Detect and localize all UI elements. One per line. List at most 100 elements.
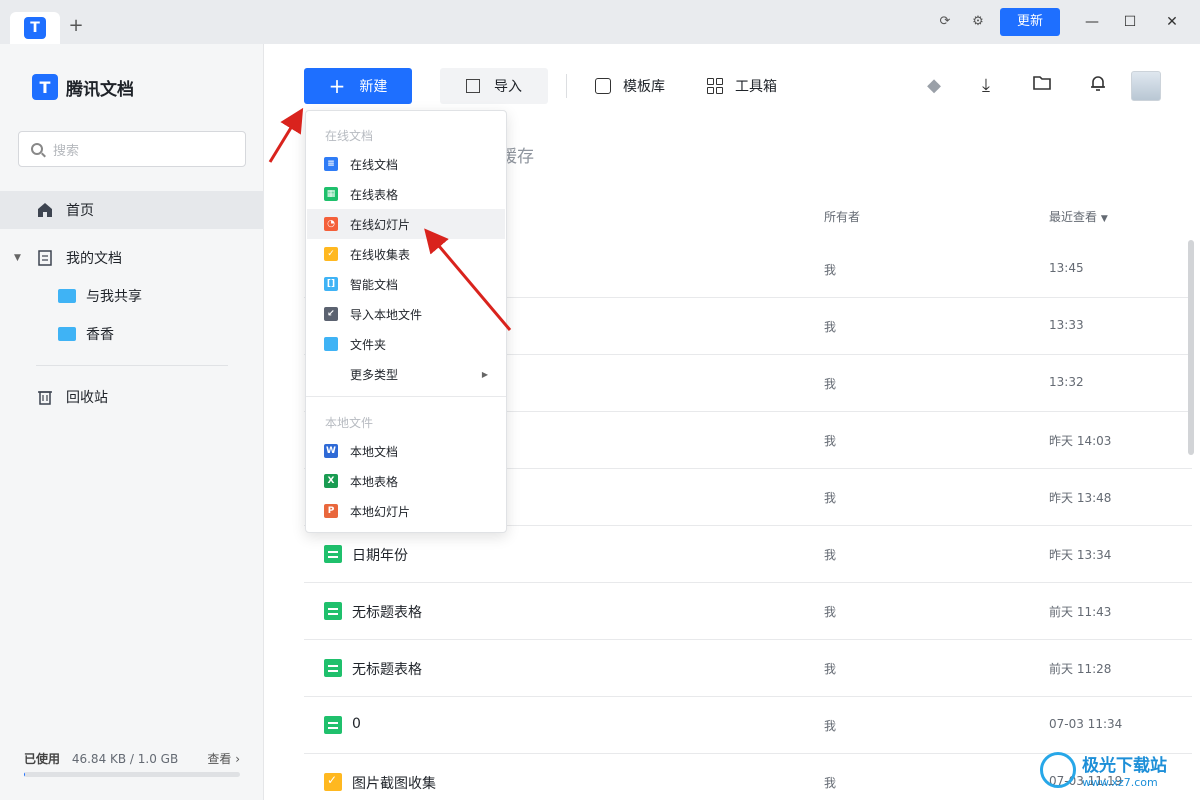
template-icon xyxy=(595,78,611,94)
row-name: 日期年份 xyxy=(352,548,408,564)
bell-icon[interactable] xyxy=(1086,74,1110,98)
menu-item-label: 智能文档 xyxy=(350,277,399,292)
menu-item-icon: ≡ xyxy=(324,157,338,171)
sidebar-item-label: 香香 xyxy=(86,327,114,343)
table-row[interactable]: 日期年份 我 昨天 13:34 xyxy=(304,526,1192,583)
row-time: 13:45 xyxy=(1049,261,1084,275)
import-icon xyxy=(466,79,480,93)
storage-used-label: 已使用 xyxy=(24,752,61,766)
menu-item-icon: ◔ xyxy=(324,217,338,231)
download-icon[interactable]: ⤓ xyxy=(974,74,998,98)
row-owner: 我 xyxy=(824,776,837,790)
brand[interactable]: T 腾讯文档 xyxy=(32,74,134,100)
column-recent[interactable]: 最近查看 ▼ xyxy=(1049,208,1108,225)
close-icon[interactable]: ✕ xyxy=(1160,10,1184,34)
chevron-down-icon[interactable]: ▼ xyxy=(14,253,21,263)
menu-item[interactable]: ▦ 在线表格 xyxy=(307,179,505,209)
row-owner: 我 xyxy=(824,605,837,619)
template-library-button[interactable]: 模板库 xyxy=(595,76,665,96)
row-time: 昨天 13:34 xyxy=(1049,548,1112,562)
sort-down-icon: ▼ xyxy=(1100,214,1108,224)
sidebar-item-trash[interactable]: 回收站 xyxy=(0,378,264,416)
refresh-icon[interactable]: ⟳ xyxy=(935,12,955,32)
diamond-icon[interactable]: ◆ xyxy=(922,74,946,98)
row-name: 无标题表格 xyxy=(352,662,422,678)
menu-item-icon xyxy=(324,367,338,381)
sidebar-item-folder[interactable]: 香香 xyxy=(0,315,264,353)
watermark: 极光下载站 www.xz7.com xyxy=(1040,748,1192,792)
storage-view-link[interactable]: 查看 › xyxy=(207,750,240,767)
menu-item-icon: X xyxy=(324,474,338,488)
menu-item-icon: W xyxy=(324,444,338,458)
form-icon xyxy=(324,773,342,791)
menu-item[interactable]: W 本地文档 xyxy=(307,436,505,466)
menu-item-label: 在线幻灯片 xyxy=(350,217,411,232)
column-owner: 所有者 xyxy=(824,210,861,224)
menu-item[interactable]: 文件夹 xyxy=(307,329,505,359)
sidebar-item-shared[interactable]: 与我共享 xyxy=(0,277,264,315)
section-local-files: 本地文件 xyxy=(325,416,374,430)
toolbox-label: 工具箱 xyxy=(735,79,777,95)
row-owner: 我 xyxy=(824,434,837,448)
import-button-label: 导入 xyxy=(494,79,522,95)
table-row[interactable]: 无标题表格 我 前天 11:43 xyxy=(304,583,1192,640)
row-name: 0 xyxy=(352,716,361,732)
add-tab-button[interactable]: + xyxy=(66,14,86,38)
maximize-icon[interactable]: ☐ xyxy=(1118,10,1142,34)
menu-item[interactable]: [] 智能文档 xyxy=(307,269,505,299)
menu-divider xyxy=(306,396,506,397)
divider xyxy=(36,365,228,366)
sidebar-item-home[interactable]: 首页 xyxy=(0,191,264,229)
settings-icon[interactable]: ⚙ xyxy=(968,12,988,32)
row-owner: 我 xyxy=(824,263,837,277)
menu-item-icon: P xyxy=(324,504,338,518)
menu-item[interactable]: P 本地幻灯片 xyxy=(307,496,505,526)
table-row[interactable]: 无标题表格 我 前天 11:28 xyxy=(304,640,1192,697)
sheet-icon xyxy=(324,716,342,734)
menu-item[interactable]: ✓ 在线收集表 xyxy=(307,239,505,269)
sidebar-item-label: 与我共享 xyxy=(86,289,142,305)
scrollbar[interactable] xyxy=(1188,240,1194,455)
minimize-icon[interactable]: — xyxy=(1080,10,1104,34)
menu-item[interactable]: ↙ 导入本地文件 xyxy=(307,299,505,329)
storage-bar-fill xyxy=(24,772,26,777)
menu-item[interactable]: X 本地表格 xyxy=(307,466,505,496)
toolbox-button[interactable]: 工具箱 xyxy=(707,76,777,96)
row-time: 前天 11:28 xyxy=(1049,662,1112,676)
search-input[interactable]: 搜索 xyxy=(18,131,246,167)
table-row[interactable]: 0 我 07-03 11:34 xyxy=(304,697,1192,754)
new-button[interactable]: + 新建 xyxy=(304,68,412,104)
row-name: 无标题表格 xyxy=(352,605,422,621)
sidebar-item-label: 回收站 xyxy=(66,390,108,406)
chevron-right-icon: ▶ xyxy=(481,369,488,379)
folder-icon xyxy=(58,327,76,341)
avatar[interactable] xyxy=(1131,71,1161,101)
watermark-logo-icon xyxy=(1040,752,1076,788)
menu-item[interactable]: 更多类型 ▶ xyxy=(307,359,505,389)
grid-icon xyxy=(707,78,723,94)
menu-item-label: 在线收集表 xyxy=(350,247,411,262)
menu-item[interactable]: ◔ 在线幻灯片 xyxy=(307,209,505,239)
sheet-icon xyxy=(324,602,342,620)
sidebar-item-label: 我的文档 xyxy=(66,251,122,267)
app-tab[interactable]: T xyxy=(10,12,60,44)
update-button[interactable]: 更新 xyxy=(1000,8,1060,36)
row-time: 13:33 xyxy=(1049,318,1084,332)
sheet-icon xyxy=(324,659,342,677)
sidebar-item-my-docs[interactable]: ▼ 我的文档 xyxy=(0,239,264,277)
menu-item-icon: ▦ xyxy=(324,187,338,201)
menu-item-label: 在线文档 xyxy=(350,157,399,172)
template-library-label: 模板库 xyxy=(623,79,665,95)
menu-item-label: 更多类型 xyxy=(350,367,399,382)
shared-folder-icon xyxy=(58,289,76,303)
menu-item[interactable]: ≡ 在线文档 xyxy=(307,149,505,179)
tencent-docs-logo-icon: T xyxy=(32,74,58,100)
trash-icon xyxy=(36,388,54,406)
document-icon xyxy=(36,249,54,267)
row-time: 07-03 11:34 xyxy=(1049,717,1123,731)
import-button[interactable]: 导入 xyxy=(440,68,548,104)
row-owner: 我 xyxy=(824,320,837,334)
new-button-label: 新建 xyxy=(359,79,388,95)
folder-open-icon[interactable] xyxy=(1030,74,1054,98)
row-name: 图片截图收集 xyxy=(352,776,436,792)
